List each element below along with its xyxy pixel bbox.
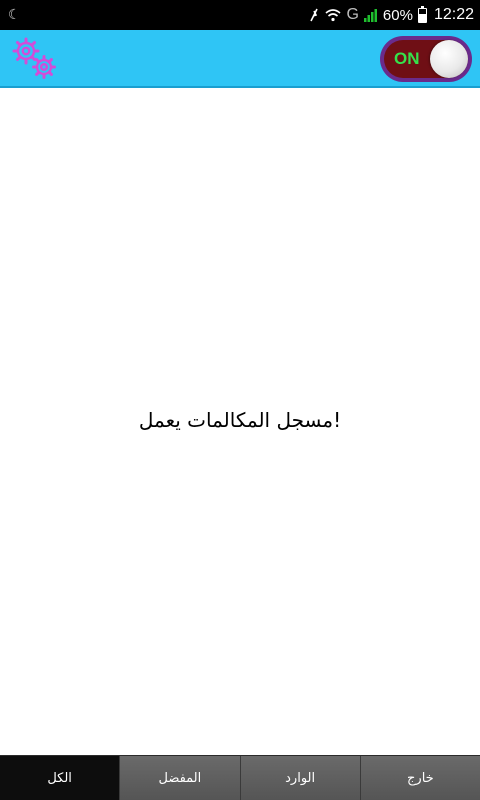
battery-percent: 60% bbox=[382, 6, 413, 24]
tab-all[interactable]: الكل bbox=[0, 756, 121, 800]
moon-icon: ☾ bbox=[8, 7, 21, 23]
recorder-toggle[interactable]: ON bbox=[380, 36, 472, 82]
tab-bar: الكل المفضل الوارد خارج bbox=[0, 755, 480, 800]
toggle-knob[interactable] bbox=[430, 40, 468, 78]
recorder-status-message: !مسجل المكالمات يعمل bbox=[138, 408, 342, 432]
status-bar: ☾ G 60% 12:22 bbox=[0, 0, 480, 30]
toggle-label: ON bbox=[394, 49, 420, 68]
clock: 12:22 bbox=[433, 6, 474, 23]
gears-icon[interactable] bbox=[10, 36, 60, 82]
tab-label: المفضل bbox=[158, 770, 202, 786]
tab-label: الكل bbox=[47, 770, 72, 786]
signal-icon bbox=[363, 9, 377, 22]
battery-icon bbox=[417, 5, 427, 23]
app-bar: ON bbox=[0, 30, 480, 88]
status-left: ☾ bbox=[8, 7, 21, 23]
main-content: !مسجل المكالمات يعمل bbox=[0, 90, 480, 755]
tab-incoming[interactable]: الوارد bbox=[240, 756, 361, 800]
wifi-icon bbox=[325, 9, 341, 22]
silent-icon bbox=[310, 8, 319, 22]
tab-favorites[interactable]: المفضل bbox=[120, 756, 241, 800]
toggle-track: ON bbox=[384, 40, 468, 78]
tab-outgoing[interactable]: خارج bbox=[360, 756, 480, 800]
tab-label: خارج bbox=[407, 770, 434, 786]
status-right: G 60% 12:22 bbox=[308, 5, 474, 24]
network-type-label: G bbox=[346, 6, 359, 23]
tab-label: الوارد bbox=[285, 770, 316, 786]
